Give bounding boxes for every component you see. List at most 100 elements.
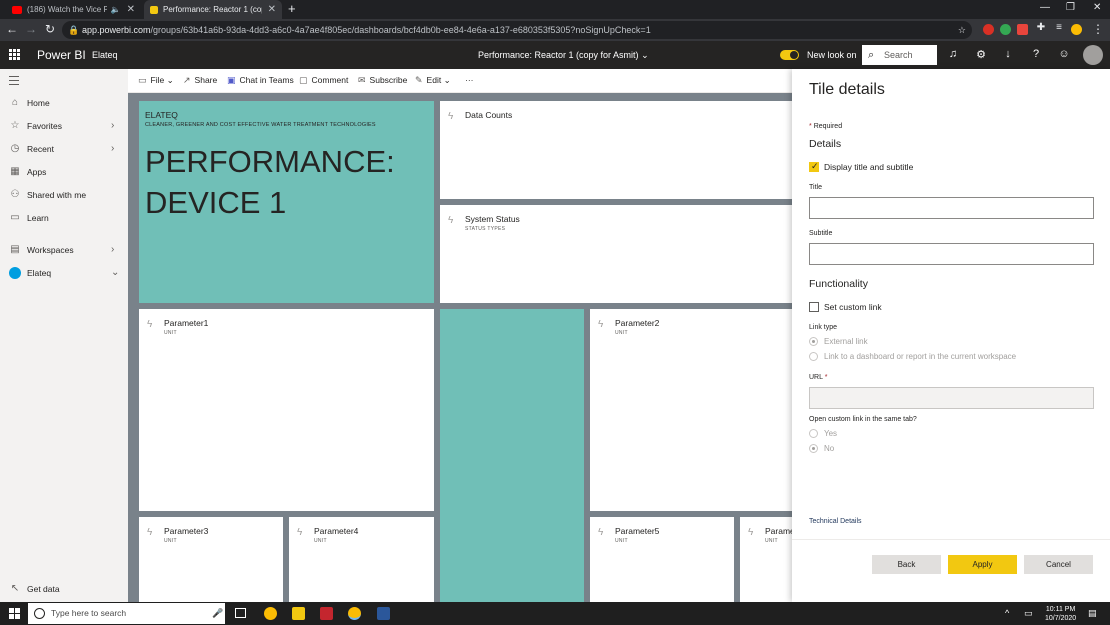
tile-parameter1[interactable]: ϟ Parameter1 UNIT — [139, 309, 434, 511]
audio-icon[interactable]: 🔈 — [111, 5, 121, 14]
display-title-checkbox[interactable] — [809, 161, 819, 172]
browser-menu-icon[interactable]: ⋮ — [1091, 22, 1105, 36]
tile-parameter5[interactable]: ϟ Parameter5 UNIT — [590, 517, 734, 602]
browser-tab-youtube[interactable]: (186) Watch the Vice Preside 🔈 ✕ — [6, 0, 141, 19]
technical-details-link[interactable]: Technical Details — [809, 518, 862, 525]
task-view-icon[interactable] — [235, 608, 246, 618]
restore-icon[interactable]: ❐ — [1066, 2, 1075, 13]
chrome-taskbar-icon[interactable] — [264, 607, 277, 620]
tile-data-counts[interactable]: ϟ Data Counts — [440, 101, 792, 199]
radio-same-tab-yes[interactable]: Yes — [809, 429, 837, 438]
word-icon[interactable] — [377, 607, 390, 620]
more-options-icon[interactable]: ··· — [465, 75, 474, 85]
back-arrow-icon[interactable]: ← — [5, 22, 19, 36]
reload-icon[interactable]: ↻ — [43, 22, 57, 36]
tile-system-status[interactable]: ϟ System Status STATUS TYPES — [440, 205, 792, 303]
minimize-icon[interactable]: — — [1040, 2, 1050, 13]
edit-menu[interactable]: ✎ Edit ⌄ — [415, 75, 451, 86]
title-input[interactable] — [809, 197, 1094, 219]
document-title[interactable]: Performance: Reactor 1 (copy for Asmit) … — [478, 50, 649, 61]
windows-start-icon[interactable] — [9, 608, 20, 619]
radio-button[interactable] — [809, 429, 818, 438]
nav-item-get-data[interactable]: ↖ Get data — [0, 580, 128, 600]
download-icon[interactable]: ↓ — [1001, 48, 1015, 60]
nav-item-learn[interactable]: ▭ Learn — [0, 209, 128, 229]
nav-item-favorites[interactable]: ☆ Favorites › — [0, 117, 128, 137]
pdf-extension-icon[interactable] — [1017, 24, 1028, 35]
subscribe-button[interactable]: ✉ Subscribe — [358, 75, 407, 86]
brand-name[interactable]: Power BI — [37, 48, 86, 62]
nav-item-elateq[interactable]: Elateq ⌄ — [0, 264, 128, 284]
radio-dashboard-link[interactable]: Link to a dashboard or report in the cur… — [809, 352, 1016, 361]
playlist-icon[interactable]: ≡ — [1052, 22, 1066, 33]
help-icon[interactable]: ? — [1029, 48, 1043, 60]
chevron-right-icon[interactable]: › — [111, 143, 114, 154]
microphone-icon[interactable]: 🎤 — [212, 603, 223, 624]
file-explorer-icon[interactable] — [292, 607, 305, 620]
settings-gear-icon[interactable]: ⚙ — [974, 48, 988, 61]
tile-parameter2[interactable]: ϟ Parameter2 UNIT — [590, 309, 792, 511]
close-tab-icon[interactable]: ✕ — [127, 4, 135, 15]
apply-button[interactable]: Apply — [948, 555, 1017, 574]
chevron-right-icon[interactable]: › — [111, 120, 114, 131]
user-avatar[interactable] — [1083, 45, 1103, 65]
radio-external-link[interactable]: External link — [809, 337, 868, 346]
chevron-right-icon[interactable]: › — [111, 244, 114, 255]
nav-item-home[interactable]: ⌂ Home — [0, 94, 128, 114]
left-navigation: ⌂ Home ☆ Favorites › ◷ Recent › ▦ Apps ⚇… — [0, 69, 128, 602]
nav-item-workspaces[interactable]: ▤ Workspaces › — [0, 241, 128, 261]
custom-link-checkbox-row[interactable]: Set custom link — [809, 302, 882, 312]
notifications-bell-icon[interactable]: ♫ — [946, 48, 960, 60]
new-tab-button[interactable]: + — [288, 1, 296, 16]
custom-link-checkbox[interactable] — [809, 302, 819, 312]
url-field[interactable]: 🔒 app.powerbi.com/groups/63b41a6b-93da-4… — [62, 21, 972, 39]
apps-icon: ▦ — [10, 166, 20, 177]
url-input[interactable] — [809, 387, 1094, 409]
radio-same-tab-no[interactable]: No — [809, 444, 834, 453]
display-title-checkbox-row[interactable]: Display title and subtitle — [809, 161, 913, 172]
cancel-button[interactable]: Cancel — [1024, 555, 1093, 574]
hamburger-menu-icon[interactable] — [9, 76, 19, 88]
lightning-bolt-icon: ϟ — [448, 215, 454, 226]
notification-center-icon[interactable]: ▤ — [1088, 608, 1097, 619]
taskbar-clock[interactable]: 10:11 PM 10/7/2020 — [1045, 605, 1076, 623]
tile-parameter4[interactable]: ϟ Parameter4 UNIT — [289, 517, 434, 602]
search-box[interactable]: ⌕ Search — [862, 45, 937, 65]
close-tab-icon[interactable]: ✕ — [268, 4, 276, 15]
new-look-toggle[interactable] — [780, 50, 799, 60]
radio-button[interactable] — [809, 352, 818, 361]
hero-tile[interactable]: ELATEQ CLEANER, GREENER AND COST EFFECTI… — [139, 101, 434, 303]
chrome-active-taskbar-icon[interactable] — [348, 607, 361, 620]
extensions-puzzle-icon[interactable]: ✚ — [1034, 22, 1048, 33]
profile-avatar-icon[interactable] — [1071, 24, 1082, 35]
app-launcher-icon[interactable] — [9, 49, 20, 60]
chat-in-teams-button[interactable]: ▣ Chat in Teams — [227, 75, 294, 86]
nav-item-recent[interactable]: ◷ Recent › — [0, 140, 128, 160]
radio-button[interactable] — [809, 337, 818, 346]
workspace-breadcrumb[interactable]: Elateq — [92, 50, 118, 60]
tile-parameter3[interactable]: ϟ Parameter3 UNIT — [139, 517, 283, 602]
browser-tab-powerbi[interactable]: Performance: Reactor 1 (copy for ✕ — [144, 0, 282, 19]
forward-arrow-icon[interactable]: → — [24, 22, 38, 36]
nav-item-shared[interactable]: ⚇ Shared with me — [0, 186, 128, 206]
taskbar-search-box[interactable]: Type here to search 🎤 — [28, 603, 225, 624]
grammarly-extension-icon[interactable] — [1000, 24, 1011, 35]
bookmark-star-icon[interactable]: ☆ — [958, 21, 966, 39]
subtitle-input[interactable] — [809, 243, 1094, 265]
tray-chevron-up-icon[interactable]: ^ — [1005, 608, 1009, 618]
feedback-smiley-icon[interactable]: ☺ — [1057, 48, 1071, 60]
extension-red-icon[interactable] — [983, 24, 994, 35]
tile-parameter6[interactable]: ϟ Parame UNIT — [740, 517, 792, 602]
back-button[interactable]: Back — [872, 555, 941, 574]
radio-button[interactable] — [809, 444, 818, 453]
keyboard-icon[interactable]: ▭ — [1024, 608, 1033, 619]
decorative-teal-tile[interactable] — [440, 309, 584, 602]
solidworks-icon[interactable] — [320, 607, 333, 620]
close-window-icon[interactable]: ✕ — [1093, 2, 1101, 13]
nav-item-apps[interactable]: ▦ Apps — [0, 163, 128, 183]
comment-button[interactable]: ▢ Comment — [299, 75, 348, 86]
file-menu[interactable]: ▭ File ⌄ — [138, 75, 174, 86]
share-button[interactable]: ↗ Share — [183, 75, 217, 86]
hero-title: PERFORMANCE: DEVICE 1 — [145, 141, 425, 223]
chevron-down-icon[interactable]: ⌄ — [111, 267, 119, 278]
